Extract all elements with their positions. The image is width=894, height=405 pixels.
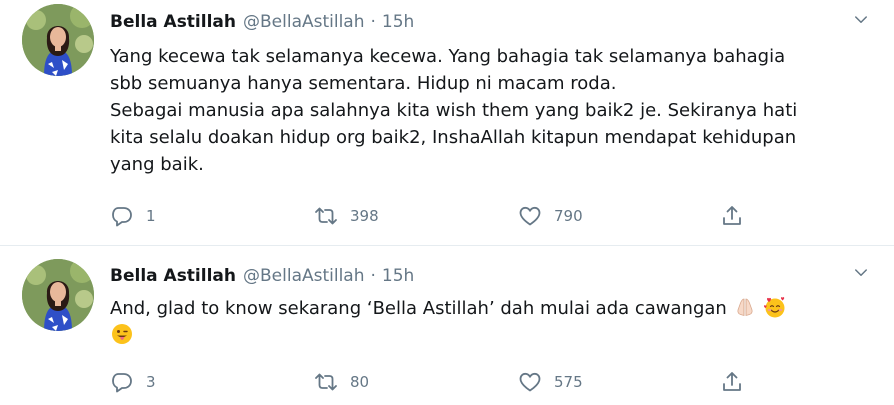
tweet-text-line: Sebagai manusia apa salahnya kita wish t… — [110, 100, 798, 121]
timestamp[interactable]: 15h — [382, 12, 414, 32]
timestamp[interactable]: 15h — [382, 266, 414, 286]
tweet-text: Yang kecewa tak selamanya kecewa. Yang b… — [110, 43, 880, 178]
tweet-text-line — [110, 322, 880, 349]
tweet-text-line: And, glad to know sekarang ‘Bella Astill… — [110, 295, 880, 322]
tweet-text: And, glad to know sekarang ‘Bella Astill… — [110, 295, 880, 349]
user-handle[interactable]: @BellaAstillah — [243, 12, 365, 32]
retweet-icon — [314, 204, 338, 228]
tweet-actions: 3 80 575 — [110, 369, 870, 395]
like-button[interactable]: 575 — [518, 369, 583, 395]
tweet-text-line: Yang kecewa tak selamanya kecewa. Yang b… — [110, 46, 786, 67]
tweet[interactable]: Bella Astillah @BellaAstillah · 15h Yang… — [0, 0, 894, 246]
separator-dot: · — [370, 12, 376, 32]
user-handle[interactable]: @BellaAstillah — [243, 266, 365, 286]
chevron-down-icon — [852, 264, 870, 286]
more-options-button[interactable] — [850, 264, 872, 286]
retweet-count: 80 — [350, 373, 370, 391]
tweet-text-line: sbb semuanya hanya sementara. Hidup ni m… — [110, 73, 617, 94]
tweet-text-line: yang baik. — [110, 154, 204, 175]
tweet-text-content: And, glad to know sekarang ‘Bella Astill… — [110, 298, 727, 319]
share-icon — [720, 370, 744, 394]
tweet-text-line: kita selalu doakan hidup org baik2, Insh… — [110, 127, 797, 148]
more-options-button[interactable] — [850, 11, 872, 33]
heart-icon — [518, 204, 542, 228]
avatar[interactable] — [22, 4, 94, 76]
share-button[interactable] — [720, 369, 744, 395]
display-name[interactable]: Bella Astillah — [110, 12, 236, 32]
tweet-actions: 1 398 790 — [110, 203, 870, 229]
heart-icon — [518, 370, 542, 394]
reply-icon — [110, 370, 134, 394]
tweet[interactable]: Bella Astillah @BellaAstillah · 15h And,… — [0, 247, 894, 405]
reply-count: 1 — [146, 207, 156, 225]
reply-count: 3 — [146, 373, 156, 391]
reply-icon — [110, 204, 134, 228]
retweet-button[interactable]: 80 — [314, 369, 369, 395]
separator-dot: · — [370, 266, 376, 286]
share-button[interactable] — [720, 203, 744, 229]
share-icon — [720, 204, 744, 228]
retweet-icon — [314, 370, 338, 394]
winking-face-with-tongue-emoji — [110, 322, 134, 346]
avatar[interactable] — [22, 259, 94, 331]
retweet-button[interactable]: 398 — [314, 203, 379, 229]
chevron-down-icon — [852, 11, 870, 33]
retweet-count: 398 — [350, 207, 379, 225]
display-name[interactable]: Bella Astillah — [110, 266, 236, 286]
like-count: 790 — [554, 207, 583, 225]
praying-hands-emoji — [733, 295, 757, 319]
reply-button[interactable]: 1 — [110, 203, 156, 229]
smiling-face-with-hearts-emoji — [763, 295, 787, 319]
like-button[interactable]: 790 — [518, 203, 583, 229]
like-count: 575 — [554, 373, 583, 391]
reply-button[interactable]: 3 — [110, 369, 156, 395]
